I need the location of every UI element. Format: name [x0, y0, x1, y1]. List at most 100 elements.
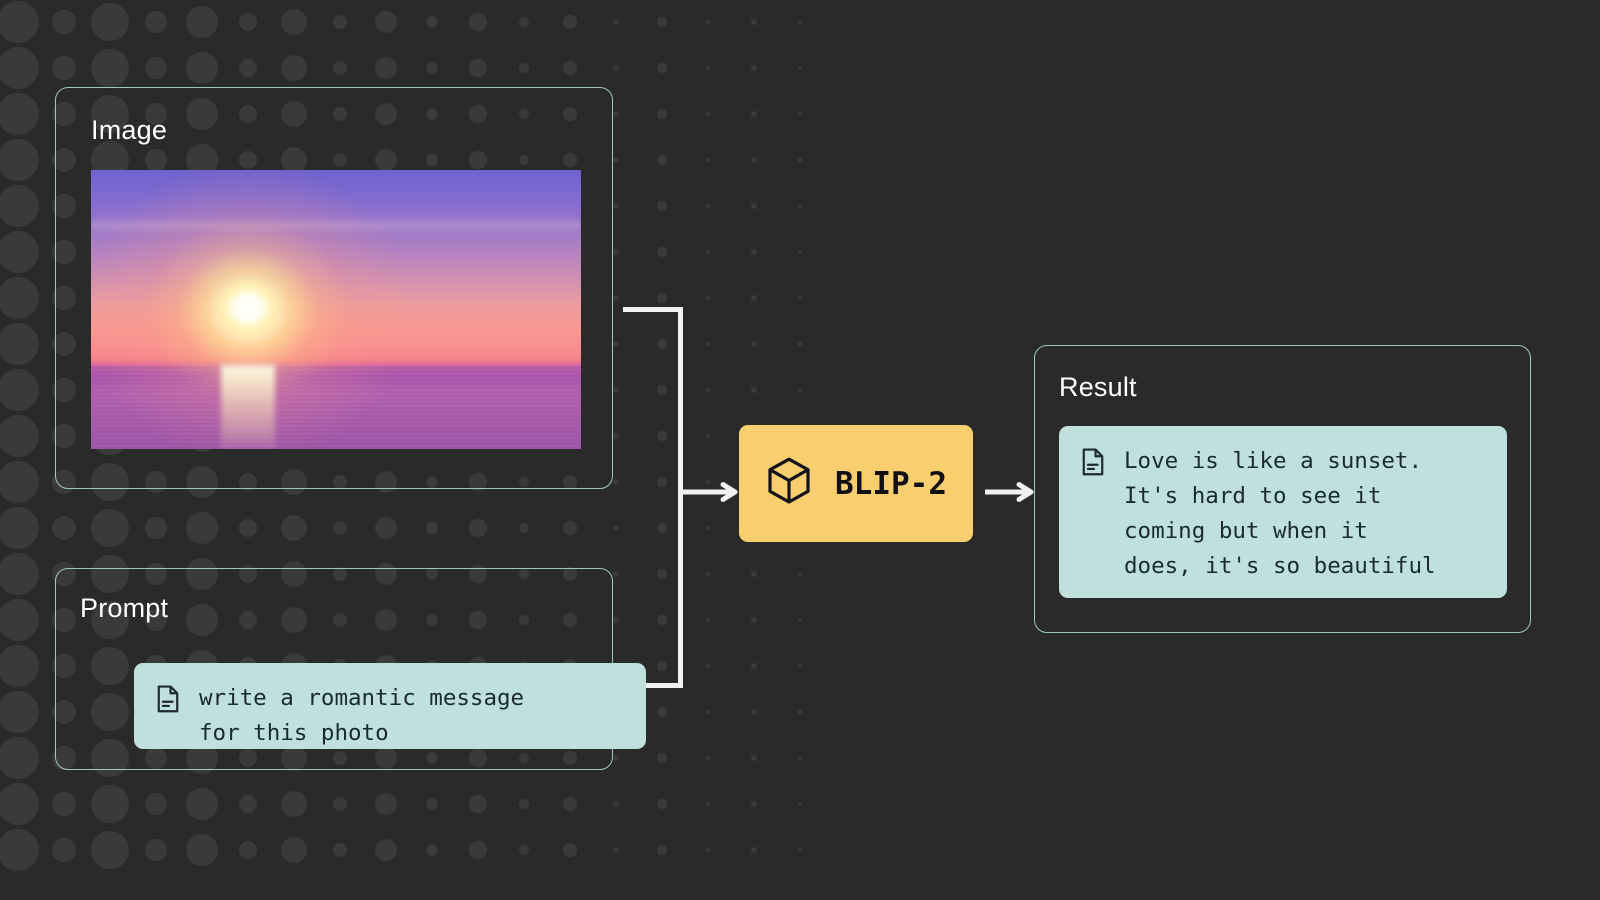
background-dot — [612, 248, 620, 256]
background-dot — [239, 13, 257, 31]
background-dot — [705, 755, 711, 761]
background-dot — [375, 57, 397, 79]
background-dot — [91, 3, 129, 41]
background-dot — [426, 16, 438, 28]
background-dot — [798, 572, 802, 576]
background-dot — [612, 156, 620, 164]
background-dot — [705, 709, 711, 715]
water-shimmer — [91, 365, 581, 449]
arrow-right-icon-output — [985, 481, 1035, 503]
background-dot — [51, 55, 77, 81]
background-dot — [0, 552, 40, 596]
prompt-card-title: Prompt — [80, 593, 169, 623]
background-dot — [0, 598, 40, 642]
background-dot — [612, 340, 620, 348]
background-dot — [519, 845, 529, 855]
sunset-photo — [91, 170, 581, 449]
background-dot — [469, 519, 487, 537]
background-dot — [519, 17, 529, 27]
connector-line-from-image — [623, 307, 683, 312]
background-dot — [332, 842, 348, 858]
background-dot — [332, 796, 348, 812]
background-dot — [51, 515, 77, 541]
background-dot — [612, 18, 620, 26]
background-dot — [0, 230, 40, 274]
prompt-card: Prompt write a romantic message for this… — [55, 568, 646, 770]
background-dot — [705, 65, 711, 71]
background-dot — [705, 387, 711, 393]
background-dot — [657, 155, 667, 165]
background-dot — [91, 509, 129, 547]
background-dot — [426, 844, 438, 856]
background-dot — [280, 514, 308, 542]
result-card: Result Love is like a sunset. It's hard … — [1034, 345, 1531, 633]
background-dot — [375, 839, 397, 861]
document-icon — [154, 684, 182, 719]
document-icon — [1079, 447, 1107, 482]
background-dot — [469, 795, 487, 813]
background-dot — [657, 707, 667, 717]
background-dot — [51, 9, 77, 35]
background-dot — [657, 109, 667, 119]
background-dot — [657, 523, 667, 533]
background-dot — [612, 432, 620, 440]
background-dot — [375, 517, 397, 539]
background-dot — [657, 845, 667, 855]
background-dot — [469, 13, 487, 31]
background-dot — [705, 157, 711, 163]
background-dot — [519, 799, 529, 809]
background-dot — [0, 828, 40, 872]
result-text-box[interactable]: Love is like a sunset. It's hard to see … — [1059, 426, 1507, 598]
background-dot — [91, 785, 129, 823]
background-dot — [0, 276, 40, 320]
background-dot — [798, 388, 802, 392]
cube-icon — [765, 456, 813, 511]
background-dot — [657, 247, 667, 257]
background-dot — [705, 847, 711, 853]
background-dot — [0, 184, 40, 228]
background-dot — [750, 64, 758, 72]
background-dot — [375, 11, 397, 33]
background-dot — [657, 293, 667, 303]
background-dot — [750, 616, 758, 624]
background-dot — [186, 834, 218, 866]
blip2-label: BLIP-2 — [835, 465, 947, 502]
background-dot — [612, 616, 620, 624]
background-dot — [705, 111, 711, 117]
background-dot — [612, 800, 620, 808]
background-dot — [186, 512, 218, 544]
background-dot — [750, 754, 758, 762]
background-dot — [750, 18, 758, 26]
background-dot — [145, 839, 167, 861]
background-dot — [657, 63, 667, 73]
background-dot — [145, 517, 167, 539]
blip2-model-node[interactable]: BLIP-2 — [739, 425, 973, 542]
background-dot — [426, 798, 438, 810]
background-dot — [750, 570, 758, 578]
prompt-text: write a romantic message for this photo — [199, 685, 525, 746]
background-dot — [186, 6, 218, 38]
background-dot — [750, 340, 758, 348]
background-dot — [280, 54, 308, 82]
background-dot — [239, 795, 257, 813]
background-dot — [0, 782, 40, 826]
background-dot — [239, 519, 257, 537]
background-dot — [798, 20, 802, 24]
prompt-text-box[interactable]: write a romantic message for this photo — [134, 663, 646, 749]
background-dot — [239, 841, 257, 859]
background-dot — [705, 203, 711, 209]
background-dot — [0, 138, 40, 182]
background-dot — [280, 790, 308, 818]
background-dot — [750, 662, 758, 670]
background-dot — [563, 15, 577, 29]
background-dot — [612, 64, 620, 72]
background-dot — [798, 664, 802, 668]
background-dot — [332, 14, 348, 30]
background-dot — [657, 661, 667, 671]
background-dot — [469, 841, 487, 859]
background-dot — [798, 710, 802, 714]
background-dot — [519, 63, 529, 73]
image-card: Image — [55, 87, 613, 489]
background-dot — [332, 520, 348, 536]
background-dot — [705, 525, 711, 531]
